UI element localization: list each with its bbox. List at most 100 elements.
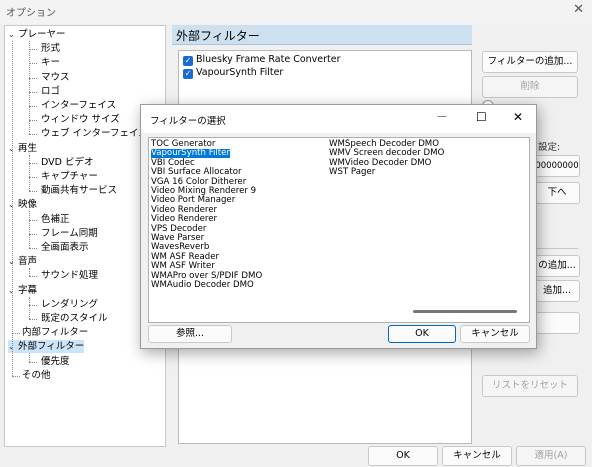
maximize-icon[interactable]: ☐ <box>476 110 487 124</box>
filter-checkbox-checked-icon[interactable]: ✓ <box>183 69 193 79</box>
tree-item[interactable]: レンダリング <box>41 298 98 311</box>
chevron-down-icon[interactable]: ⌄ <box>8 340 18 353</box>
tree-item-label: 既定のスタイル <box>41 313 108 324</box>
tree-item[interactable]: ロゴ <box>41 85 60 98</box>
filter-choice-item[interactable]: WMV Screen decoder DMO <box>329 149 444 158</box>
add-filter-button[interactable]: フィルターの追加... <box>482 51 578 73</box>
tree-connector <box>29 49 37 51</box>
horizontal-scrollbar[interactable] <box>413 310 517 313</box>
tree-item[interactable]: ウェブ インターフェイス <box>41 127 148 140</box>
add-button-partial[interactable]: の追加... <box>534 255 580 277</box>
tree-item[interactable]: ⌄ プレーヤー <box>8 28 66 41</box>
tree-connector <box>29 120 37 122</box>
close-icon[interactable]: ✕ <box>573 2 584 17</box>
add-button-partial[interactable]: 追加... <box>534 280 580 302</box>
browse-button[interactable]: 参照... <box>148 325 232 343</box>
tree-item[interactable]: キャプチャー <box>41 170 98 183</box>
tree-connector <box>29 154 30 192</box>
tree-item[interactable]: その他 <box>22 369 51 382</box>
tree-item[interactable]: DVD ビデオ <box>41 156 93 169</box>
filter-choice-item[interactable]: VBI Surface Allocator <box>151 168 242 177</box>
minimize-icon[interactable]: — <box>437 111 447 122</box>
filter-choice-item[interactable]: Video Mixing Renderer 9 <box>151 187 256 196</box>
setting-label: 設定: <box>538 142 561 153</box>
tree-item[interactable]: 全画面表示 <box>41 241 89 254</box>
filter-choice-item[interactable]: TOC Generator <box>151 140 215 149</box>
filter-choice-item[interactable]: WavesReverb <box>151 243 209 252</box>
filter-choice-item[interactable]: WST Pager <box>329 168 375 177</box>
tree-item[interactable]: フレーム同期 <box>41 227 98 240</box>
filter-choice-item[interactable]: VPS Decoder <box>151 225 206 234</box>
tree-item[interactable]: ⌄ 外部フィルター <box>8 340 85 354</box>
filter-item[interactable]: Bluesky Frame Rate Converter <box>196 54 341 65</box>
tree-connector <box>29 353 30 362</box>
window-titlebar: オプション ✕ <box>0 0 592 24</box>
tree-item[interactable]: 動画共有サービス <box>41 184 117 197</box>
tree-item-label: ウェブ インターフェイス <box>41 128 148 140</box>
filter-choice-item[interactable]: VGA 16 Color Ditherer <box>151 178 246 187</box>
chevron-down-icon[interactable]: ⌄ <box>8 284 18 297</box>
close-icon[interactable]: ✕ <box>513 110 523 124</box>
footer-apply-button[interactable]: 適用(A) <box>516 446 586 466</box>
tree-connector <box>29 211 30 248</box>
filter-checkbox-checked-icon[interactable]: ✓ <box>183 56 193 66</box>
tree-item[interactable]: サウンド処理 <box>41 269 98 282</box>
panel-header: 外部フィルター <box>172 25 472 45</box>
chevron-down-icon[interactable]: ⌄ <box>8 255 18 268</box>
remove-button[interactable]: 削除 <box>482 76 578 98</box>
tree-connector <box>29 77 37 79</box>
tree-connector <box>29 276 37 278</box>
filter-choice-item[interactable]: WM ASF Writer <box>151 262 215 271</box>
cancel-button[interactable]: キャンセル <box>460 325 530 343</box>
reset-list-button[interactable]: リストをリセット <box>482 375 578 397</box>
tree-item-label: フレーム同期 <box>41 227 98 239</box>
filter-choice-item[interactable]: VBI Codec <box>151 159 195 168</box>
chevron-down-icon[interactable]: ⌄ <box>8 198 18 211</box>
tree-item[interactable]: 既定のスタイル <box>41 312 108 325</box>
filter-choice-item[interactable]: Video Renderer <box>151 206 217 215</box>
footer-ok-button[interactable]: OK <box>368 446 438 466</box>
tree-item-label: 動画共有サービス <box>41 185 118 197</box>
tree-item[interactable]: 優先度 <box>41 355 70 368</box>
chevron-down-icon[interactable]: ⌄ <box>8 28 18 41</box>
tree-connector <box>29 304 37 306</box>
panel-title: 外部フィルター <box>176 29 260 43</box>
tree-connector <box>29 162 37 164</box>
tree-connector <box>12 375 20 377</box>
filter-choice-item[interactable]: WMVideo Decoder DMO <box>329 159 431 168</box>
chevron-down-icon[interactable]: ⌄ <box>8 142 18 155</box>
tree-item-label: プレーヤー <box>18 29 66 40</box>
ok-button[interactable]: OK <box>388 325 456 343</box>
tree-item-label: 字幕 <box>18 284 38 296</box>
filter-choice-item[interactable]: WMAudio Decoder DMO <box>151 281 254 290</box>
tree-item[interactable]: マウス <box>41 71 70 84</box>
window-title: オプション <box>6 8 56 19</box>
tree-item[interactable]: 形式 <box>41 42 60 55</box>
tree-item-label: キャプチャー <box>41 171 98 182</box>
footer-cancel-button[interactable]: キャンセル <box>442 446 512 466</box>
tree-item-label: 映像 <box>18 199 38 211</box>
filter-item[interactable]: VapourSynth Filter <box>196 67 283 78</box>
tree-item[interactable]: キー <box>41 56 60 69</box>
dialog-titlebar: フィルターの選択 — ☐ ✕ <box>141 105 536 133</box>
tree-item[interactable]: 内部フィルター <box>22 326 88 339</box>
tree-item-label: 色補正 <box>41 213 70 225</box>
tree-item-label: 全画面表示 <box>41 242 89 253</box>
tree-connector <box>29 41 30 135</box>
setting-value-field[interactable]: 00000000 <box>534 155 580 177</box>
tree-item[interactable]: インターフェイス <box>41 99 116 112</box>
filter-choice-item[interactable]: VapourSynth Filter <box>151 149 230 158</box>
filter-choice-item[interactable]: WM ASF Reader <box>151 253 219 262</box>
partial-button[interactable] <box>534 312 580 334</box>
tree-item[interactable]: ウィンドウ サイズ <box>41 113 120 126</box>
tree-connector <box>29 296 30 319</box>
filter-choice-item[interactable]: WMSpeech Decoder DMO <box>329 140 439 149</box>
filter-choice-item[interactable]: Wave Parser <box>151 234 204 243</box>
tree-item[interactable]: 色補正 <box>41 213 70 226</box>
filter-choice-list[interactable]: TOC Generator VapourSynth Filter VBI Codec… <box>148 137 530 323</box>
move-down-button[interactable]: 下へ <box>534 182 580 204</box>
filter-choice-item[interactable]: Video Port Manager <box>151 196 235 205</box>
filter-choice-item[interactable]: WMAPro over S/PDIF DMO <box>151 272 262 281</box>
filter-choice-item[interactable]: Video Renderer <box>151 215 217 224</box>
tree-item-label: 優先度 <box>41 355 70 367</box>
